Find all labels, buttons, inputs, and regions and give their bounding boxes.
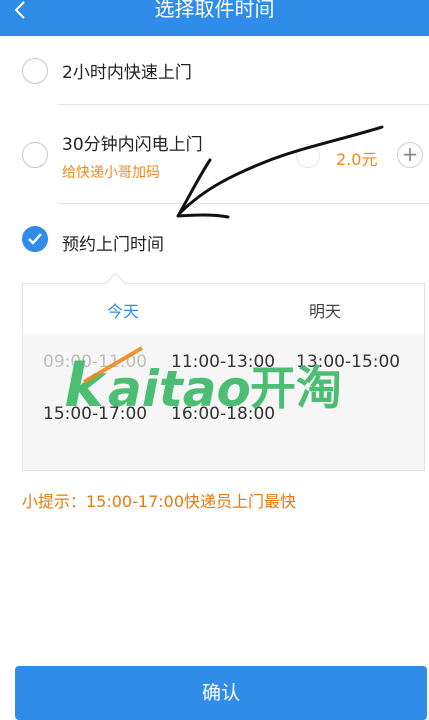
option-label-2hour: 2小时内快速上门 — [62, 63, 192, 83]
time-slot[interactable]: 13:00-15:00 — [296, 352, 400, 372]
decrease-tip-button[interactable] — [296, 144, 320, 168]
option-label-30min: 30分钟内闪电上门 — [62, 135, 203, 155]
tip-text: 小提示：15:00-17:00快递员上门最快 — [22, 492, 296, 511]
option-label-scheduled: 预约上门时间 — [62, 235, 164, 255]
option-2hour[interactable]: 2小时内快速上门 — [0, 36, 429, 106]
time-slot[interactable]: 11:00-13:00 — [171, 352, 275, 372]
increase-tip-button[interactable]: + — [397, 142, 423, 168]
time-slot[interactable]: 15:00-17:00 — [43, 404, 147, 424]
option-sub-30min: 给快递小哥加码 — [62, 165, 160, 181]
radio-2hour[interactable] — [22, 58, 48, 84]
page-title: 选择取件时间 — [154, 0, 275, 21]
time-slot-panel: 今天 明天 09:00-11:00 11:00-13:00 13:00-15:0… — [22, 283, 425, 471]
day-tabs: 今天 明天 — [23, 284, 424, 334]
time-slot: 09:00-11:00 — [43, 352, 148, 372]
radio-30min[interactable] — [22, 142, 48, 168]
tab-tomorrow[interactable]: 明天 — [265, 298, 385, 322]
header-bar: 选择取件时间 — [0, 0, 429, 36]
tip-price: 2.0元 — [336, 150, 378, 169]
check-icon — [28, 233, 42, 245]
divider — [58, 104, 429, 105]
option-scheduled[interactable]: 预约上门时间 — [0, 204, 429, 274]
tab-today[interactable]: 今天 — [63, 298, 183, 322]
radio-scheduled[interactable] — [22, 226, 48, 252]
time-slot[interactable]: 16:00-18:00 — [171, 404, 275, 424]
confirm-button[interactable]: 确认 — [15, 666, 427, 720]
option-30min[interactable]: 30分钟内闪电上门 给快递小哥加码 2.0元 + — [0, 106, 429, 204]
